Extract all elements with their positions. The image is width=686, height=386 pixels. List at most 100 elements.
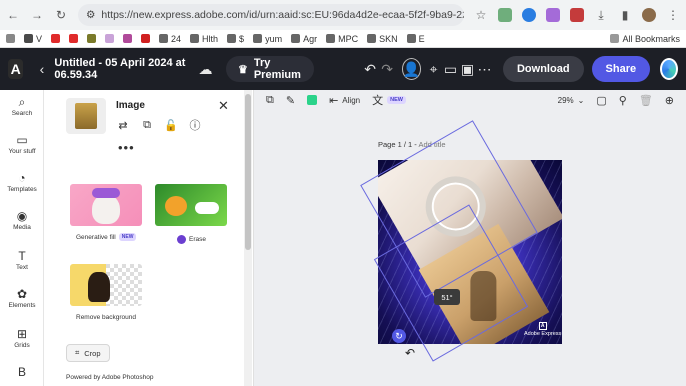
generative-fill-card[interactable]: [70, 184, 142, 226]
grids-icon: ⊞: [16, 327, 28, 341]
comment-icon[interactable]: ▭: [442, 58, 459, 80]
rail-item-brands[interactable]: B: [0, 366, 44, 378]
chevron-down-icon: ⌄: [577, 95, 585, 105]
bookmark-item[interactable]: [87, 34, 97, 43]
rotation-angle-badge: 51°: [434, 289, 460, 305]
zoom-control[interactable]: 29% ⌄: [558, 96, 585, 105]
replace-image-icon[interactable]: ⧉: [266, 94, 274, 107]
rail-item-templates[interactable]: ◔ Templates: [0, 172, 44, 193]
add-page-icon[interactable]: ⊕: [665, 94, 674, 107]
scrollbar-thumb[interactable]: [245, 94, 251, 250]
browser-toolbar: ← → ↻ ⚙ https://new.express.adobe.com/id…: [0, 0, 686, 30]
url-text: https://new.express.adobe.com/id/urn:aai…: [101, 9, 464, 21]
bookmark-item[interactable]: [123, 34, 133, 43]
bookmark-item[interactable]: MPC: [326, 34, 358, 44]
generative-fill-label: Generative fill NEW: [76, 233, 137, 241]
pages-icon[interactable]: ▢: [596, 94, 606, 107]
lock-icon[interactable]: 🔓: [164, 118, 178, 132]
crop-button[interactable]: ⌗ Crop: [66, 344, 110, 362]
cloud-icon[interactable]: ☁: [197, 58, 214, 80]
left-rail: ⌕ Search ▭ Your stuff ◔ Templates ◉ Media TT…: [0, 90, 44, 386]
downloads-icon[interactable]: ⤓: [594, 8, 608, 22]
document-title[interactable]: Untitled - 05 April 2024 at 06.59.34: [54, 57, 191, 81]
rail-item-media[interactable]: ◉ Media: [0, 210, 44, 231]
star-icon[interactable]: ☆: [474, 8, 488, 22]
avatar[interactable]: [660, 58, 679, 80]
bookmark-item[interactable]: [51, 34, 61, 43]
erase-card[interactable]: [155, 184, 227, 226]
share-button[interactable]: Share: [591, 56, 651, 82]
forward-icon[interactable]: →: [30, 8, 44, 22]
back-arrow-icon[interactable]: ‹: [33, 58, 50, 80]
new-badge: NEW: [118, 233, 137, 241]
rotate-handle[interactable]: ↻: [392, 329, 406, 343]
more-options-icon[interactable]: •••: [118, 140, 135, 155]
bookmark-item[interactable]: Agr: [291, 34, 317, 44]
info-icon[interactable]: ⓘ: [188, 118, 202, 132]
bookmark-item[interactable]: Hlth: [190, 34, 218, 44]
bookmarks-bar: V 24 Hlth $ yum Agr MPC SKN E All Bookma…: [0, 30, 686, 48]
replace-icon[interactable]: ⇄: [116, 118, 130, 132]
more-icon[interactable]: ⋯: [476, 58, 493, 80]
image-tool-row: ⇄ ⧉ 🔓 ⓘ: [116, 118, 202, 133]
folder-icon: ▭: [16, 133, 28, 147]
crop-icon: ⌗: [75, 348, 80, 357]
align-button[interactable]: ⇤ Align: [329, 94, 360, 107]
bookmark-item[interactable]: SKN: [367, 34, 398, 44]
location-pin-icon[interactable]: ⌖: [425, 58, 442, 80]
close-icon[interactable]: ✕: [218, 98, 229, 114]
back-icon[interactable]: ←: [6, 8, 20, 22]
delete-icon[interactable]: 🗑: [639, 94, 653, 107]
extension-icon[interactable]: [522, 8, 536, 22]
translate-icon: 文: [372, 95, 384, 107]
bookmark-item[interactable]: 24: [159, 34, 181, 44]
rail-item-elements[interactable]: ✿ Elements: [0, 288, 44, 309]
align-icon: ⇤: [329, 94, 339, 107]
rail-item-your-stuff[interactable]: ▭ Your stuff: [0, 134, 44, 155]
address-bar[interactable]: ⚙ https://new.express.adobe.com/id/urn:a…: [78, 4, 464, 26]
crown-icon: ♛: [237, 63, 248, 76]
adobe-express-logo[interactable]: A: [8, 59, 24, 79]
invite-icon[interactable]: 👤: [401, 58, 422, 80]
reload-icon[interactable]: ↻: [54, 8, 68, 22]
media-icon: ◉: [16, 209, 28, 223]
bookmark-item[interactable]: [6, 34, 15, 43]
all-bookmarks[interactable]: All Bookmarks: [610, 34, 680, 44]
panel-title: Image: [116, 100, 145, 111]
download-button[interactable]: Download: [502, 56, 584, 82]
present-icon[interactable]: ▣: [459, 58, 476, 80]
duplicate-icon[interactable]: ⧉: [140, 118, 154, 132]
site-info-icon[interactable]: ⚙: [86, 9, 95, 21]
extension-icon[interactable]: [498, 8, 512, 22]
text-icon: T: [18, 249, 26, 263]
browser-menu-icon[interactable]: ⋮: [666, 8, 680, 22]
adobe-logo-icon: A: [538, 322, 547, 330]
try-premium-button[interactable]: ♛ Try Premium: [225, 56, 314, 82]
undo-icon[interactable]: ↶: [362, 58, 379, 80]
bookmark-item[interactable]: V: [24, 34, 42, 44]
profile-avatar[interactable]: [642, 8, 656, 22]
new-badge: NEW: [387, 96, 406, 104]
bookmark-item[interactable]: E: [406, 34, 425, 44]
bookmark-item[interactable]: yum: [253, 34, 282, 44]
bookmark-item[interactable]: [105, 34, 115, 43]
bookmark-item[interactable]: $: [227, 34, 244, 44]
rail-item-search[interactable]: ⌕ Search: [0, 96, 44, 117]
panel-scrollbar[interactable]: [244, 90, 252, 386]
bookmark-item[interactable]: [69, 34, 79, 43]
rail-item-grids[interactable]: ⊞ Grids: [0, 328, 44, 349]
sidepanel-icon[interactable]: ▮: [618, 8, 632, 22]
extension-icon[interactable]: [570, 8, 584, 22]
translate-button[interactable]: 文 NEW: [372, 92, 406, 108]
effects-icon[interactable]: ✎: [286, 94, 295, 107]
remove-background-card[interactable]: [70, 264, 142, 306]
color-swatch-icon[interactable]: [307, 95, 318, 105]
brand-icon: B: [17, 365, 26, 379]
layers-icon[interactable]: ⚲: [619, 94, 627, 107]
extension-icon[interactable]: [546, 8, 560, 22]
bookmark-item[interactable]: [141, 34, 151, 43]
erase-label: Erase: [177, 235, 206, 244]
powered-by-label: Powered by Adobe Photoshop: [66, 374, 154, 381]
rail-item-text[interactable]: T Text: [0, 250, 44, 271]
redo-icon[interactable]: ↷: [379, 58, 396, 80]
